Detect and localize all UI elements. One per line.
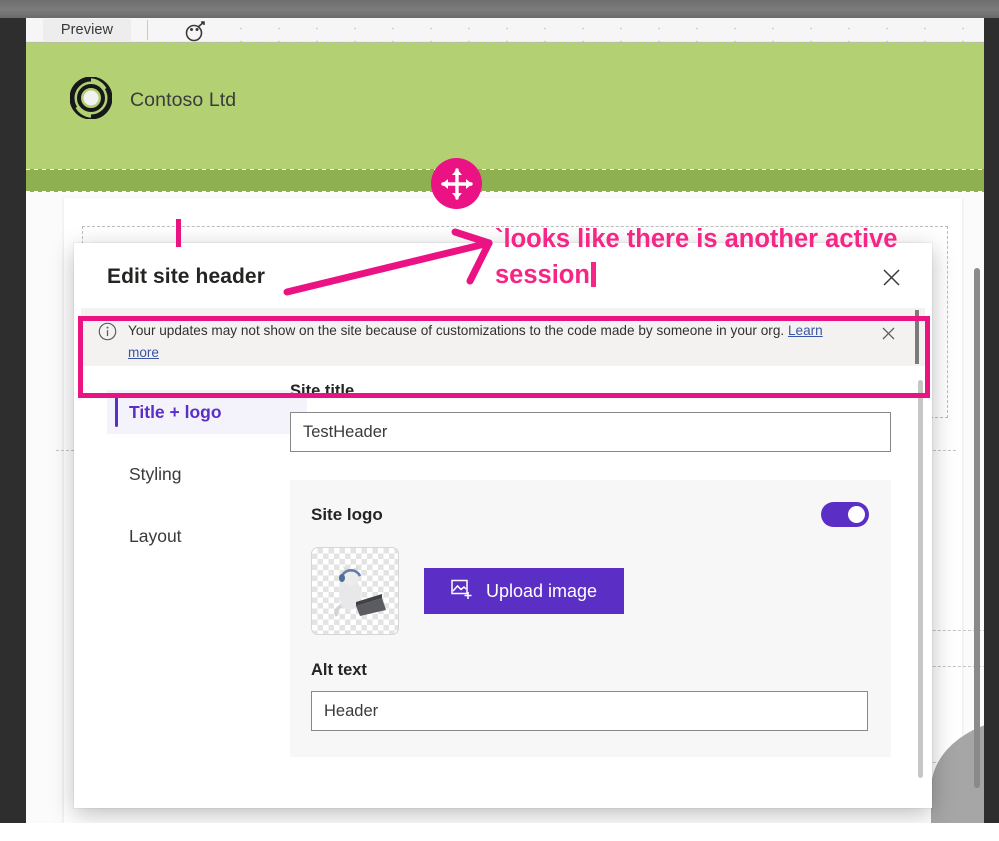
- message-bar-dismiss-icon[interactable]: [875, 320, 901, 346]
- message-bar-scrollbar[interactable]: [915, 310, 919, 364]
- site-title-label: Site title: [290, 382, 355, 400]
- command-bar-divider: [147, 20, 148, 40]
- contoso-swirl-logo-icon: [69, 76, 113, 124]
- screenshot-root: Preview Contoso Ltd Edit site header You…: [0, 0, 999, 841]
- alt-text-input[interactable]: Header: [311, 691, 868, 731]
- edit-site-header-dialog: Edit site header Your updates may not sh…: [74, 243, 932, 808]
- dialog-pivot-nav: Title + logo Styling Layout: [107, 390, 307, 558]
- site-header-webpart[interactable]: Contoso Ltd: [26, 42, 984, 170]
- dialog-title: Edit site header: [107, 265, 265, 288]
- toggle-knob: [848, 506, 865, 523]
- cat-on-laptop-thumbnail[interactable]: [311, 547, 399, 635]
- command-bar: Preview: [26, 18, 984, 42]
- pivot-item-label: Styling: [129, 463, 182, 484]
- message-bar-body: Your updates may not show on the site be…: [128, 323, 788, 338]
- alt-text-value: Header: [324, 701, 379, 720]
- pivot-item-label: Layout: [129, 525, 182, 546]
- window-titlebar: [0, 0, 999, 18]
- site-header-accent-strip: [26, 170, 984, 192]
- app-right-rail: [984, 18, 999, 823]
- upload-image-button[interactable]: Upload image: [424, 568, 625, 614]
- pivot-item-styling[interactable]: Styling: [107, 452, 307, 496]
- brand-row: Contoso Ltd: [69, 76, 237, 124]
- upload-image-label: Upload image: [486, 580, 598, 601]
- info-circle-icon: [98, 322, 117, 346]
- dialog-scrollbar[interactable]: [918, 380, 923, 778]
- image-add-icon: [451, 578, 473, 605]
- pivot-item-title-logo[interactable]: Title + logo: [107, 390, 307, 434]
- bottom-white-strip: [0, 823, 999, 841]
- site-title-input[interactable]: TestHeader: [290, 412, 891, 452]
- site-logo-label: Site logo: [311, 504, 383, 524]
- message-bar: Your updates may not show on the site be…: [81, 308, 925, 366]
- dialog-header: Edit site header: [74, 243, 932, 308]
- dialog-body: Title + logo Styling Layout Site title T…: [74, 366, 932, 808]
- preview-button[interactable]: Preview: [43, 19, 131, 41]
- site-logo-toggle[interactable]: [821, 502, 869, 527]
- dialog-close-icon[interactable]: [871, 259, 911, 295]
- alt-text-label: Alt text: [311, 661, 367, 679]
- site-title-value: TestHeader: [303, 422, 388, 441]
- feedback-smiley-icon[interactable]: [181, 18, 209, 42]
- preview-button-label: Preview: [60, 22, 114, 38]
- site-logo-row: Site logo: [311, 502, 869, 527]
- app-left-rail: [0, 18, 26, 823]
- dialog-form: Site title TestHeader Site logo Upload i…: [290, 382, 908, 757]
- pivot-item-layout[interactable]: Layout: [107, 514, 307, 558]
- canvas-dot-grid: [216, 18, 984, 42]
- brand-title: Contoso Ltd: [130, 89, 237, 111]
- site-logo-panel: Site logo Upload image Alt text Header: [290, 480, 891, 757]
- logo-upload-row: Upload image: [311, 547, 869, 635]
- canvas-scrollbar[interactable]: [974, 268, 980, 788]
- message-bar-text: Your updates may not show on the site be…: [128, 320, 828, 364]
- pivot-item-label: Title + logo: [129, 401, 222, 422]
